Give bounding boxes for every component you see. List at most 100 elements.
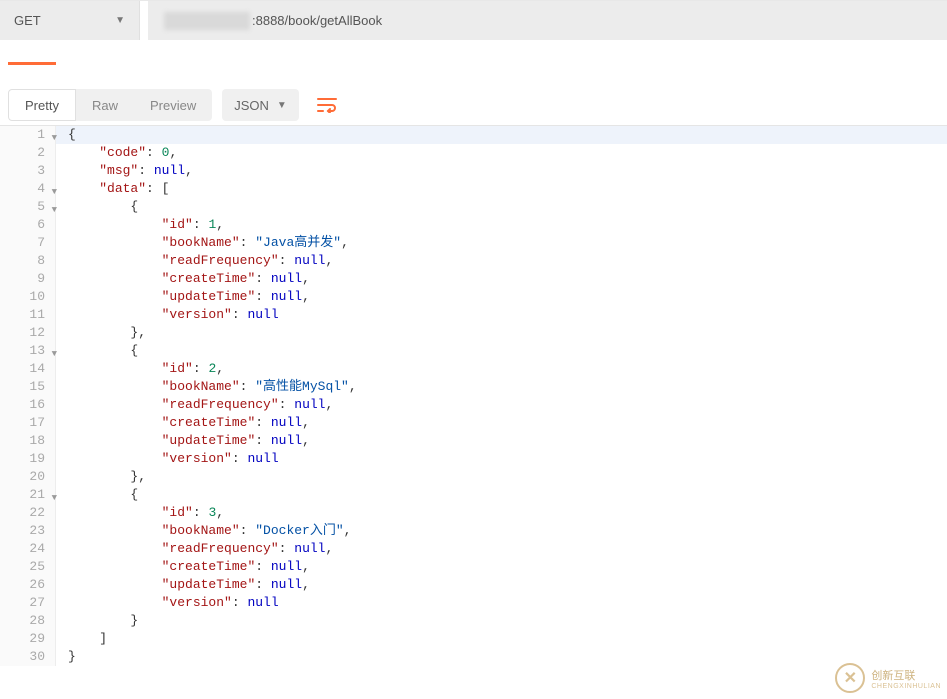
line-number: 2	[0, 144, 56, 162]
line-number: 17	[0, 414, 56, 432]
response-body-viewer[interactable]: 1▼{2 "code": 0,3 "msg": null,4▼ "data": …	[0, 125, 947, 666]
line-number: 8	[0, 252, 56, 270]
code-content: "createTime": null,	[56, 270, 310, 288]
tab-pretty[interactable]: Pretty	[8, 89, 76, 121]
code-line[interactable]: 1▼{	[0, 126, 947, 144]
line-number: 25	[0, 558, 56, 576]
code-content: {	[56, 486, 138, 504]
code-line[interactable]: 27 "version": null	[0, 594, 947, 612]
line-number: 23	[0, 522, 56, 540]
code-content: ]	[56, 630, 107, 648]
code-line[interactable]: 5▼ {	[0, 198, 947, 216]
code-line[interactable]: 15 "bookName": "高性能MySql",	[0, 378, 947, 396]
line-number: 20	[0, 468, 56, 486]
code-content: "msg": null,	[56, 162, 193, 180]
code-line[interactable]: 8 "readFrequency": null,	[0, 252, 947, 270]
code-content: },	[56, 324, 146, 342]
url-input[interactable]: :8888/book/getAllBook	[148, 1, 947, 40]
code-content: "id": 2,	[56, 360, 224, 378]
code-line[interactable]: 23 "bookName": "Docker入门",	[0, 522, 947, 540]
code-content: "updateTime": null,	[56, 288, 310, 306]
code-line[interactable]: 13▼ {	[0, 342, 947, 360]
line-number: 28	[0, 612, 56, 630]
code-content: "version": null	[56, 306, 279, 324]
line-number: 11	[0, 306, 56, 324]
line-number: 24	[0, 540, 56, 558]
code-line[interactable]: 29 ]	[0, 630, 947, 648]
code-content: "id": 1,	[56, 216, 224, 234]
code-line[interactable]: 14 "id": 2,	[0, 360, 947, 378]
code-content: },	[56, 468, 146, 486]
code-content: {	[56, 198, 138, 216]
watermark: ✕ 创新互联 CHENGXINHULIAN	[835, 663, 941, 693]
line-number: 4▼	[0, 180, 56, 198]
body-format-select[interactable]: JSON ▼	[222, 89, 299, 121]
watermark-brand: 创新互联	[871, 667, 941, 683]
http-method-value: GET	[14, 13, 41, 28]
code-line[interactable]: 18 "updateTime": null,	[0, 432, 947, 450]
wrap-lines-button[interactable]	[309, 89, 345, 121]
line-number: 30	[0, 648, 56, 666]
url-visible-text: :8888/book/getAllBook	[252, 13, 382, 28]
code-line[interactable]: 4▼ "data": [	[0, 180, 947, 198]
chevron-down-icon: ▼	[277, 100, 287, 111]
active-tab-indicator	[8, 62, 56, 65]
code-content: "createTime": null,	[56, 558, 310, 576]
code-content: "bookName": "Java高并发",	[56, 234, 349, 252]
code-line[interactable]: 21▼ {	[0, 486, 947, 504]
code-line[interactable]: 6 "id": 1,	[0, 216, 947, 234]
line-number: 18	[0, 432, 56, 450]
line-number: 10	[0, 288, 56, 306]
code-line[interactable]: 2 "code": 0,	[0, 144, 947, 162]
line-number: 26	[0, 576, 56, 594]
code-line[interactable]: 30}	[0, 648, 947, 666]
code-line[interactable]: 22 "id": 3,	[0, 504, 947, 522]
watermark-sub: CHENGXINHULIAN	[871, 683, 941, 690]
code-line[interactable]: 28 }	[0, 612, 947, 630]
code-line[interactable]: 3 "msg": null,	[0, 162, 947, 180]
code-line[interactable]: 16 "readFrequency": null,	[0, 396, 947, 414]
code-content: "code": 0,	[56, 144, 177, 162]
code-line[interactable]: 9 "createTime": null,	[0, 270, 947, 288]
line-number: 29	[0, 630, 56, 648]
code-line[interactable]: 19 "version": null	[0, 450, 947, 468]
code-content: }	[56, 612, 138, 630]
tab-preview[interactable]: Preview	[134, 89, 212, 121]
line-number: 13▼	[0, 342, 56, 360]
code-content: {	[56, 342, 138, 360]
line-number: 6	[0, 216, 56, 234]
request-bar: GET ▼ :8888/book/getAllBook	[0, 0, 947, 40]
code-content: "readFrequency": null,	[56, 396, 333, 414]
http-method-select[interactable]: GET ▼	[0, 1, 140, 40]
code-line[interactable]: 26 "updateTime": null,	[0, 576, 947, 594]
code-content: "bookName": "Docker入门",	[56, 522, 351, 540]
code-line[interactable]: 20 },	[0, 468, 947, 486]
wrap-icon	[317, 97, 337, 113]
code-content: "readFrequency": null,	[56, 252, 333, 270]
code-content: "id": 3,	[56, 504, 224, 522]
line-number: 9	[0, 270, 56, 288]
code-line[interactable]: 17 "createTime": null,	[0, 414, 947, 432]
code-content: "version": null	[56, 594, 279, 612]
code-line[interactable]: 11 "version": null	[0, 306, 947, 324]
code-line[interactable]: 10 "updateTime": null,	[0, 288, 947, 306]
code-line[interactable]: 24 "readFrequency": null,	[0, 540, 947, 558]
response-toolbar: Pretty Raw Preview JSON ▼	[0, 85, 947, 125]
line-number: 21▼	[0, 486, 56, 504]
code-line[interactable]: 12 },	[0, 324, 947, 342]
code-content: "updateTime": null,	[56, 432, 310, 450]
view-mode-tabs: Pretty Raw Preview	[8, 89, 212, 121]
line-number: 1▼	[0, 126, 56, 144]
code-content: "bookName": "高性能MySql",	[56, 378, 357, 396]
body-format-value: JSON	[234, 98, 269, 113]
line-number: 22	[0, 504, 56, 522]
line-number: 5▼	[0, 198, 56, 216]
code-content: "createTime": null,	[56, 414, 310, 432]
line-number: 27	[0, 594, 56, 612]
watermark-logo-icon: ✕	[835, 663, 865, 693]
code-line[interactable]: 25 "createTime": null,	[0, 558, 947, 576]
code-line[interactable]: 7 "bookName": "Java高并发",	[0, 234, 947, 252]
url-redacted	[164, 12, 250, 30]
line-number: 3	[0, 162, 56, 180]
tab-raw[interactable]: Raw	[76, 89, 134, 121]
